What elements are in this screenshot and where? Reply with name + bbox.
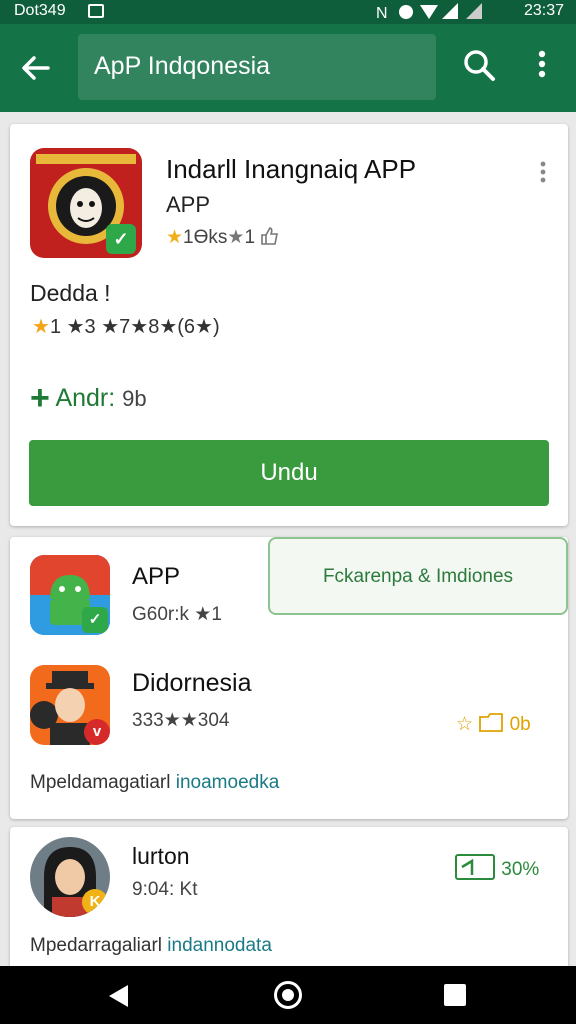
nav-recents-button[interactable]: [444, 984, 466, 1006]
featured-app-subtitle: APP: [166, 192, 211, 217]
featured-app-meta: ★1Ɵks★1: [166, 226, 280, 249]
folder-icon: [479, 713, 504, 732]
card-description: Mpedarragaliarl indannodata: [30, 935, 272, 957]
list-item-meta: 333★★304: [132, 710, 230, 731]
suggestion-popup[interactable]: Fckarenpa & Imdiones: [268, 537, 568, 615]
android-robot-icon: ✓: [30, 555, 110, 635]
star-outline-icon: ☆: [456, 714, 474, 735]
plus-icon: +: [30, 379, 50, 417]
nav-back-button[interactable]: [106, 983, 132, 1009]
featured-app-card[interactable]: ✓ Indarll Inangnaiq APP APP ★1Ɵks★1 Dedd…: [10, 124, 568, 526]
svg-text:N: N: [376, 5, 394, 22]
avatar: K: [30, 837, 110, 917]
trend-icon: [455, 854, 495, 880]
app-card-right: 30%: [454, 853, 539, 881]
triangle-back-icon: [109, 985, 128, 1007]
badge-icon: K: [82, 889, 108, 915]
card-description: Mpeldamagatiarl inoamoedka: [30, 772, 279, 794]
nav-home-button[interactable]: [274, 981, 302, 1009]
more-vert-icon: [538, 50, 546, 78]
section-label: Dedda !: [30, 280, 111, 306]
app-bar: ApP Indqonesia: [0, 24, 576, 112]
verified-badge-icon: ✓: [106, 224, 136, 254]
star-outline-icon: ★: [227, 227, 245, 248]
overflow-menu-button[interactable]: [528, 48, 556, 88]
app-card-meta: 9:04: Kt: [132, 879, 198, 900]
list-item-title: APP: [132, 563, 181, 590]
arrow-left-icon: [22, 56, 50, 80]
app-card-title: lurton: [132, 843, 190, 869]
featured-meta-text: 1Ɵks: [183, 227, 228, 248]
featured-meta-suffix: 1: [244, 227, 256, 248]
signal-icons: N: [376, 3, 482, 22]
badge-icon: ✓: [82, 607, 108, 633]
system-nav-bar: [0, 966, 576, 1024]
rating-row: ★1 ★3 ★7★8★(6★): [32, 314, 220, 339]
app-card[interactable]: K lurton 9:04: Kt 30% Mpedarragaliarl in…: [10, 827, 568, 972]
app-card-right-value: 30%: [501, 859, 540, 880]
thumbs-up-icon: [261, 227, 279, 245]
add-label: Andr:: [55, 384, 116, 412]
description-text: Mpedarragaliarl: [30, 935, 163, 956]
list-item-title: Didornesia: [132, 669, 252, 697]
list-item-right: ☆ 0b: [456, 711, 531, 736]
add-row[interactable]: + Andr: 9b: [30, 379, 147, 418]
search-input-text[interactable]: ApP Indqonesia: [94, 52, 270, 81]
rating-count: (6★): [177, 316, 220, 338]
search-field[interactable]: ApP Indqonesia: [78, 34, 436, 100]
gallery-icon: [88, 4, 104, 18]
search-icon: [464, 50, 495, 81]
man-hat-icon: v: [30, 665, 110, 745]
list-item[interactable]: v Didornesia 333★★304 ☆ 0b: [10, 659, 568, 769]
install-button[interactable]: Undu: [29, 440, 549, 506]
add-value: 9b: [122, 386, 147, 411]
description-link[interactable]: inoamoedka: [176, 772, 280, 793]
badge-icon: v: [84, 719, 110, 745]
featured-app-title[interactable]: Indarll Inangnaiq APP: [166, 154, 416, 185]
list-item-right-value: 0b: [509, 714, 531, 735]
rating-text: 1 ★3 ★7★8★: [49, 316, 178, 338]
back-button[interactable]: [18, 44, 58, 88]
status-left-text: Dot349: [14, 2, 66, 19]
more-vert-icon: [540, 161, 546, 183]
status-time: 23:37: [523, 2, 564, 19]
featured-app-icon[interactable]: ✓: [30, 148, 142, 258]
star-icon: ★: [32, 316, 50, 338]
description-text: Mpeldamagatiarl: [30, 772, 171, 793]
list-item-meta: G60r:k ★1: [132, 604, 222, 625]
status-bar: Dot349 N 23:37: [0, 0, 576, 24]
star-icon: ★: [166, 227, 184, 248]
description-link[interactable]: indannodata: [167, 935, 272, 956]
card-more-button[interactable]: [538, 160, 548, 184]
search-button[interactable]: [462, 48, 498, 88]
